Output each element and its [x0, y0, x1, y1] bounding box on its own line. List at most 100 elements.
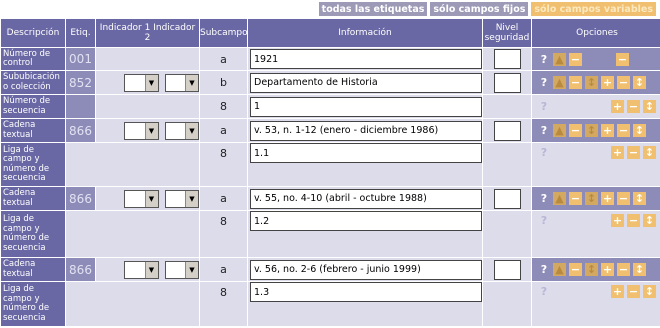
col-etiq: Etiq.	[66, 19, 95, 47]
plus-icon[interactable]: +	[601, 263, 614, 276]
up-icon: ▲	[553, 76, 566, 89]
indicator2-select[interactable]: ▼	[164, 73, 199, 92]
plus-icon[interactable]: +	[601, 192, 614, 205]
help-icon[interactable]: ?	[538, 285, 550, 298]
subfield-code: 8	[200, 95, 247, 118]
help-icon[interactable]: ?	[538, 263, 550, 276]
field-tag: 001	[66, 48, 95, 70]
field-description: Sububicación o colección	[1, 71, 65, 94]
plus-icon[interactable]: +	[611, 100, 624, 113]
table-row: Liga de campo y número de secuencia 8 1.…	[1, 282, 660, 326]
field-description: Cadena textual	[1, 187, 65, 210]
indicator2-select[interactable]: ▼	[164, 189, 199, 208]
minus-icon[interactable]: −	[617, 124, 630, 137]
minus-icon[interactable]: −	[617, 76, 630, 89]
minus-icon[interactable]: −	[627, 100, 640, 113]
indicator2-select[interactable]: ▼	[164, 121, 199, 140]
info-input[interactable]: 1.2	[250, 211, 482, 231]
field-description: Número de secuencia	[1, 95, 65, 118]
minus-icon[interactable]: −	[569, 52, 582, 66]
indicator1-select[interactable]: ▼	[124, 189, 159, 208]
minus-icon[interactable]: −	[569, 124, 582, 137]
col-indicadores: Indicador 1 Indicador 2	[96, 19, 199, 47]
plus-icon[interactable]: +	[601, 124, 614, 137]
field-description: Cadena textual	[1, 119, 65, 142]
move-icon[interactable]: ↕	[633, 192, 646, 205]
move-icon[interactable]: ↕	[633, 76, 646, 89]
field-tag: 866	[66, 258, 95, 281]
help-icon[interactable]: ?	[538, 214, 550, 227]
info-input[interactable]: v. 53, n. 1-12 (enero - diciembre 1986)	[250, 120, 482, 141]
subfield-code: a	[200, 119, 247, 142]
move-icon: ↕	[585, 192, 598, 205]
info-input[interactable]: 1	[250, 96, 482, 117]
marc-editor: todas las etiquetas sólo campos fijos só…	[0, 0, 660, 328]
minus-icon[interactable]: −	[617, 263, 630, 276]
all-tags-button[interactable]: todas las etiquetas	[318, 2, 428, 16]
plus-icon[interactable]: +	[601, 76, 614, 89]
info-input[interactable]: 1.1	[250, 143, 482, 163]
variable-fields-button[interactable]: sólo campos variables	[531, 2, 656, 16]
minus-icon[interactable]: −	[569, 263, 582, 276]
move-icon[interactable]: ↕	[643, 100, 656, 113]
field-tag: 852	[66, 71, 95, 94]
table-row: Número de control 001 a 1921 ? ▲ − −	[1, 48, 660, 70]
move-icon[interactable]: ↕	[633, 263, 646, 276]
col-nivel: Nivel seguridad	[483, 19, 531, 47]
indicator1-select[interactable]: ▼	[124, 73, 159, 92]
move-icon[interactable]: ↕	[643, 214, 656, 227]
move-icon: ↕	[585, 263, 598, 276]
info-input[interactable]: 1921	[250, 49, 482, 69]
field-description: Liga de campo y número de secuencia	[1, 282, 65, 326]
plus-icon[interactable]: +	[611, 146, 624, 159]
move-icon[interactable]: ↕	[643, 285, 656, 298]
col-subcampo: Subcampo	[200, 19, 247, 47]
chevron-down-icon: ▼	[144, 74, 158, 91]
col-informacion: Información	[248, 19, 482, 47]
subfield-code: a	[200, 258, 247, 281]
indicator1-select[interactable]: ▼	[124, 121, 159, 140]
help-icon[interactable]: ?	[538, 192, 550, 205]
minus-icon[interactable]: −	[627, 146, 640, 159]
field-description: Número de control	[1, 48, 65, 70]
security-level-input[interactable]	[493, 72, 521, 93]
security-level-input[interactable]	[493, 259, 521, 280]
subfield-code: 8	[200, 211, 247, 257]
subfield-code: b	[200, 71, 247, 94]
up-icon: ▲	[553, 192, 566, 205]
move-icon[interactable]: ↕	[633, 124, 646, 137]
col-opciones: Opciones	[532, 19, 660, 47]
help-icon[interactable]: ?	[538, 124, 550, 137]
chevron-down-icon: ▼	[185, 190, 198, 207]
security-level-input[interactable]	[493, 49, 521, 69]
info-input[interactable]: 1.3	[250, 282, 482, 302]
minus-icon[interactable]: −	[617, 192, 630, 205]
indicator1-select[interactable]: ▼	[124, 260, 159, 279]
minus-icon[interactable]: −	[627, 285, 640, 298]
chevron-down-icon: ▼	[144, 261, 158, 278]
help-icon[interactable]: ?	[538, 146, 550, 159]
field-tag: 866	[66, 119, 95, 142]
info-input[interactable]: v. 56, no. 2-6 (febrero - junio 1999)	[250, 259, 482, 280]
indicator2-select[interactable]: ▼	[164, 260, 199, 279]
minus-icon[interactable]: −	[616, 52, 629, 66]
minus-icon[interactable]: −	[569, 192, 582, 205]
fixed-fields-button[interactable]: sólo campos fijos	[430, 2, 529, 16]
minus-icon[interactable]: −	[627, 214, 640, 227]
table-row: Sububicación o colección 852 ▼ ▼ b Depar…	[1, 71, 660, 94]
move-icon[interactable]: ↕	[643, 146, 656, 159]
minus-icon[interactable]: −	[569, 76, 582, 89]
security-level-input[interactable]	[493, 188, 521, 209]
table-row: Cadena textual 866 ▼ ▼ a v. 56, no. 2-6 …	[1, 258, 660, 281]
info-input[interactable]: Departamento de Historia	[250, 72, 482, 93]
security-level-input[interactable]	[493, 120, 521, 141]
plus-icon[interactable]: +	[611, 214, 624, 227]
info-input[interactable]: v. 55, no. 4-10 (abril - octubre 1988)	[250, 188, 482, 209]
help-icon[interactable]: ?	[538, 76, 550, 89]
help-icon[interactable]: ?	[538, 53, 550, 66]
field-description: Liga de campo y número de secuencia	[1, 143, 65, 186]
subfield-code: a	[200, 187, 247, 210]
help-icon[interactable]: ?	[538, 100, 550, 113]
header-row: Descripción Etiq. Indicador 1 Indicador …	[1, 19, 660, 47]
plus-icon[interactable]: +	[611, 285, 624, 298]
